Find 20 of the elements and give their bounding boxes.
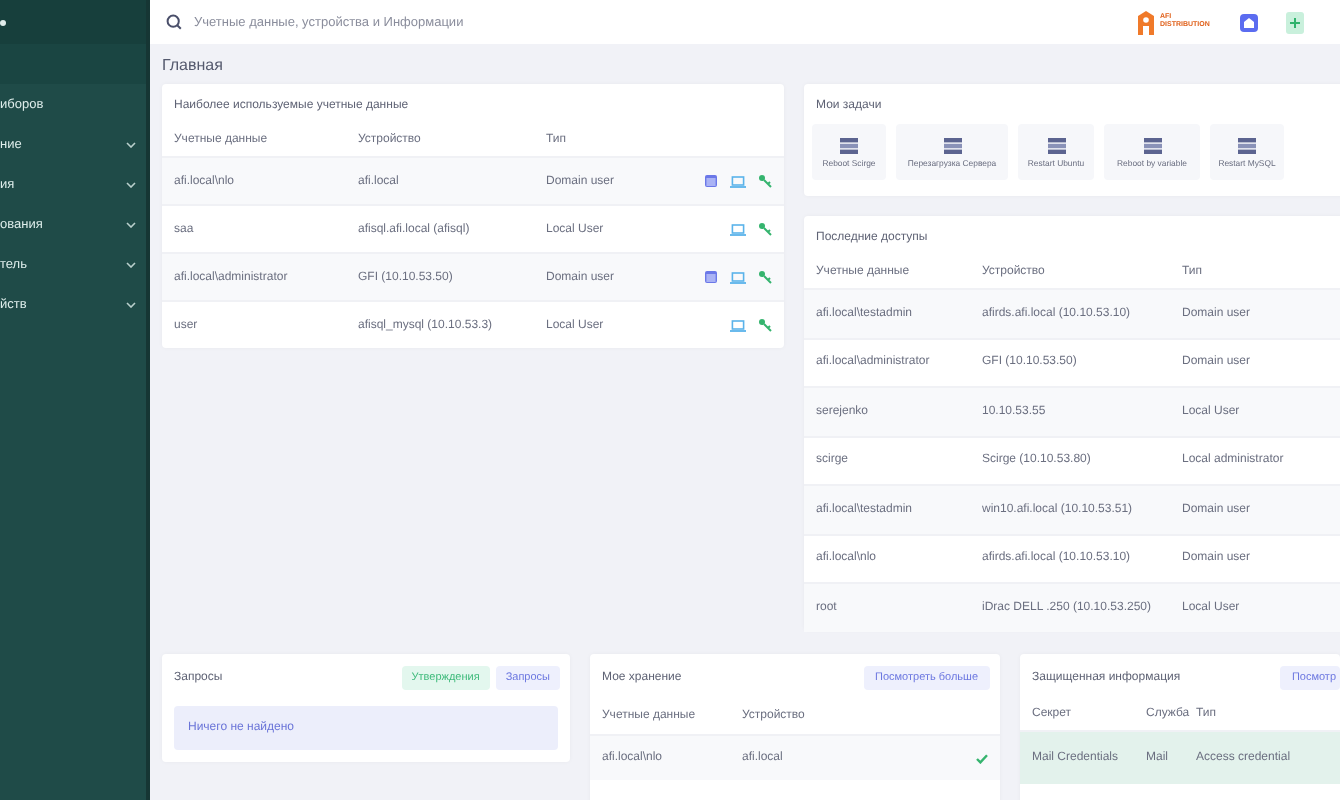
key-icon[interactable]	[758, 222, 772, 236]
home-icon[interactable]	[1240, 13, 1258, 31]
page-title: Главная	[162, 56, 225, 78]
key-icon[interactable]	[758, 318, 772, 332]
add-icon[interactable]	[1286, 11, 1304, 33]
laptop-icon[interactable]	[730, 223, 746, 235]
server-icon	[1143, 137, 1161, 153]
server-icon	[840, 137, 858, 153]
server-icon	[943, 137, 961, 153]
laptop-icon[interactable]	[730, 271, 746, 283]
search-icon	[166, 14, 182, 30]
menu-dot-icon	[0, 19, 6, 25]
server-icon	[1047, 137, 1065, 153]
browser-window-icon[interactable]	[704, 270, 718, 284]
laptop-icon[interactable]	[730, 319, 746, 331]
browser-window-icon[interactable]	[704, 174, 718, 188]
server-icon	[1238, 137, 1256, 153]
key-icon[interactable]	[758, 174, 772, 188]
key-icon[interactable]	[758, 270, 772, 284]
laptop-icon[interactable]	[730, 175, 746, 187]
